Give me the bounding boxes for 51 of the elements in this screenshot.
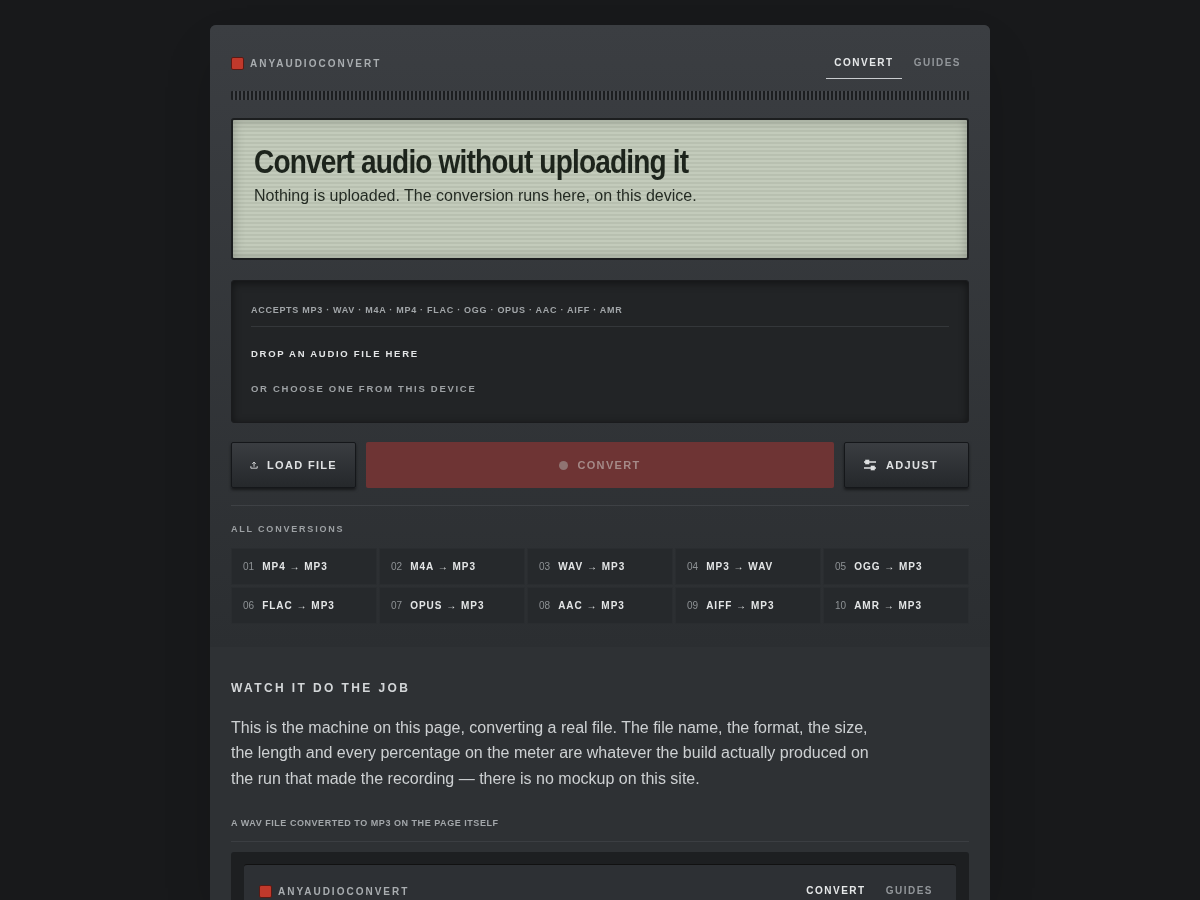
drop-zone[interactable]: ACCEPTS MP3 · WAV · M4A · MP4 · FLAC · OGG · OPUS · AAC · AIFF · AMR DROP AN AUDIO FILE HERE OR CHOOSE ONE FROM THIS DEVICE [231, 280, 969, 423]
drop-prompt: DROP AN AUDIO FILE HERE [251, 346, 420, 361]
recording-caption: A WAV FILE CONVERTED TO MP3 ON THE PAGE ITSELF [231, 817, 969, 842]
conversion-tile[interactable]: 01 MP4 → MP3 [231, 547, 377, 585]
conversion-number: 07 [391, 598, 403, 613]
nav-tab[interactable]: CONVERT [826, 47, 902, 79]
conversion-label: MP3 → WAV [706, 559, 774, 574]
conversion-label: OPUS → MP3 [410, 598, 485, 613]
brand-name: ANYAUDIOCONVERT [278, 885, 410, 899]
nav-tab[interactable]: CONVERT [798, 882, 874, 900]
logo-icon [231, 56, 244, 70]
conversion-label: FLAC → MP3 [262, 598, 335, 613]
conversion-number: 03 [539, 559, 551, 574]
conversion-number: 04 [687, 559, 699, 574]
conversion-tile[interactable]: 09 AIFF → MP3 [675, 586, 821, 624]
section-label: ALL CONVERSIONS [231, 523, 346, 536]
hero-subtitle: Nothing is uploaded. The conversion runs here, on this device. [254, 186, 698, 206]
conversion-number: 08 [539, 598, 551, 613]
conversion-label: AMR → MP3 [854, 598, 923, 613]
conversion-number: 09 [687, 598, 699, 613]
conversion-number: 06 [243, 598, 255, 613]
logo-icon [259, 885, 272, 898]
hero-title: Convert audio without uploading it [254, 142, 690, 182]
conversion-tile[interactable]: 03 WAV → MP3 [527, 547, 673, 585]
conversion-tile[interactable]: 05 OGG → MP3 [823, 547, 969, 585]
brand-name: ANYAUDIOCONVERT [250, 56, 382, 71]
conversion-number: 01 [243, 559, 255, 574]
conversion-tile[interactable]: 07 OPUS → MP3 [379, 586, 525, 624]
choose-hint: OR CHOOSE ONE FROM THIS DEVICE [251, 381, 478, 396]
conversion-label: WAV → MP3 [558, 559, 626, 574]
accepted-formats: ACCEPTS MP3 · WAV · M4A · MP4 · FLAC · OGG · OPUS · AAC · AIFF · AMR [251, 304, 949, 327]
conversion-label: AIFF → MP3 [706, 598, 775, 613]
description-paragraph: This is the machine on this page, converting a real file. The file name, the format, the size, the length and every percentage on the meter are whatever the build actually produced on the run that made the recording — there is no mockup on this site. [231, 717, 870, 789]
conversion-tile[interactable]: 04 MP3 → WAV [675, 547, 821, 585]
conversion-number: 02 [391, 559, 403, 574]
conversion-tile[interactable]: 08 AAC → MP3 [527, 586, 673, 624]
conversion-tile[interactable]: 06 FLAC → MP3 [231, 586, 377, 624]
nav-tab[interactable]: GUIDES [877, 882, 941, 900]
conversion-label: AAC → MP3 [558, 598, 625, 613]
conversion-label: M4A → MP3 [410, 559, 476, 574]
conversion-tile[interactable]: 10 AMR → MP3 [823, 586, 969, 624]
action-button[interactable]: ADJUST [844, 442, 969, 488]
conversion-label: OGG → MP3 [854, 559, 923, 574]
action-button[interactable]: LOAD FILE [231, 442, 356, 488]
section-heading: WATCH IT DO THE JOB [231, 679, 412, 697]
conversion-number: 10 [835, 598, 847, 613]
nav-tab[interactable]: GUIDES [905, 47, 969, 79]
sliders-icon [863, 458, 877, 472]
conversion-number: 05 [835, 559, 847, 574]
conversion-tile[interactable]: 02 M4A → MP3 [379, 547, 525, 585]
conversion-label: MP4 → MP3 [262, 559, 328, 574]
